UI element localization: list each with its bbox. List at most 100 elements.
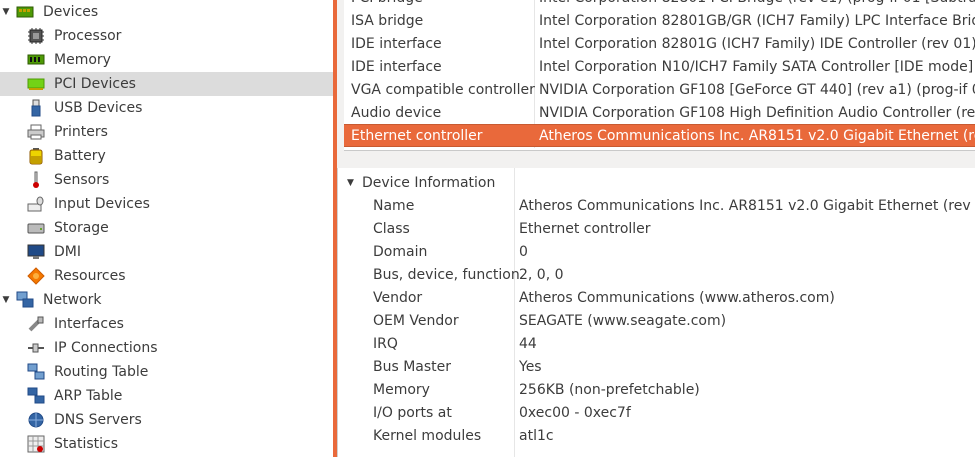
device-row[interactable]: IDE interface Intel Corporation N10/ICH7 … bbox=[344, 55, 975, 78]
info-row[interactable]: Kernel modules atl1c bbox=[338, 424, 975, 447]
info-row[interactable]: Bus, device, function 2, 0, 0 bbox=[338, 263, 975, 286]
devices-icon bbox=[15, 2, 35, 22]
sidebar-item-label: USB Devices bbox=[54, 100, 143, 116]
sidebar-item-label: Memory bbox=[54, 52, 111, 68]
sidebar-item-label: Resources bbox=[54, 268, 126, 284]
sidebar-item-resources[interactable]: Resources bbox=[0, 264, 333, 288]
device-row[interactable]: Audio device NVIDIA Corporation GF108 Hig… bbox=[344, 101, 975, 124]
sidebar-item-label: Sensors bbox=[54, 172, 110, 188]
info-row[interactable]: Name Atheros Communications Inc. AR8151 v… bbox=[338, 194, 975, 217]
sidebar-item-usb-devices[interactable]: USB Devices bbox=[0, 96, 333, 120]
device-name: Intel Corporation 82801G (ICH7 Family) I… bbox=[539, 35, 975, 52]
info-value: 2, 0, 0 bbox=[519, 266, 564, 283]
sidebar-item-label: Printers bbox=[54, 124, 108, 140]
processor-icon bbox=[26, 26, 46, 46]
info-key: Memory bbox=[373, 381, 430, 398]
info-row[interactable]: Class Ethernet controller bbox=[338, 217, 975, 240]
device-name: Atheros Communications Inc. AR8151 v2.0 … bbox=[539, 127, 975, 144]
info-row[interactable]: I/O ports at 0xec00 - 0xec7f bbox=[338, 401, 975, 424]
sidebar-item-sensors[interactable]: Sensors bbox=[0, 168, 333, 192]
info-key: Bus, device, function bbox=[373, 266, 520, 283]
network-icon bbox=[15, 290, 35, 310]
expand-arrow-icon[interactable]: ▼ bbox=[347, 178, 354, 188]
interfaces-icon bbox=[26, 314, 46, 334]
sidebar-item-statistics[interactable]: Statistics bbox=[0, 432, 333, 456]
monitor-icon bbox=[26, 242, 46, 262]
device-type: Audio device bbox=[351, 104, 442, 121]
sidebar-item-label: Input Devices bbox=[54, 196, 150, 212]
sidebar-item-label: Interfaces bbox=[54, 316, 124, 332]
sidebar-item-routing-table[interactable]: Routing Table bbox=[0, 360, 333, 384]
printer-icon bbox=[26, 122, 46, 142]
info-value: 0 bbox=[519, 243, 528, 260]
expander-arrow-icon[interactable]: ▼ bbox=[0, 295, 12, 305]
sidebar-item-label: DMI bbox=[54, 244, 81, 260]
device-row[interactable]: PCI bridge Intel Corporation 82801 PCI Br… bbox=[344, 0, 975, 9]
sidebar-item-label: Battery bbox=[54, 148, 106, 164]
ip-connections-icon bbox=[26, 338, 46, 358]
info-row[interactable]: Bus Master Yes bbox=[338, 355, 975, 378]
info-key: I/O ports at bbox=[373, 404, 452, 421]
sidebar-item-ip-connections[interactable]: IP Connections bbox=[0, 336, 333, 360]
info-value: 0xec00 - 0xec7f bbox=[519, 404, 631, 421]
sidebar-item-interfaces[interactable]: Interfaces bbox=[0, 312, 333, 336]
info-row[interactable]: Vendor Atheros Communications (www.athero… bbox=[338, 286, 975, 309]
arp-table-icon bbox=[26, 386, 46, 406]
info-value: 44 bbox=[519, 335, 537, 352]
resources-icon bbox=[26, 266, 46, 286]
section-header[interactable]: ▼ Device Information bbox=[338, 171, 975, 194]
sidebar-item-battery[interactable]: Battery bbox=[0, 144, 333, 168]
device-name: Intel Corporation N10/ICH7 Family SATA C… bbox=[539, 58, 975, 75]
sidebar-item-network[interactable]: ▼ Network bbox=[0, 288, 333, 312]
horizontal-pane-handle[interactable] bbox=[344, 150, 975, 169]
device-name: Intel Corporation 82801 PCI Bridge (rev … bbox=[539, 0, 975, 6]
sidebar-item-label: IP Connections bbox=[54, 340, 158, 356]
info-key: Kernel modules bbox=[373, 427, 482, 444]
info-key: IRQ bbox=[373, 335, 398, 352]
sidebar-item-input-devices[interactable]: Input Devices bbox=[0, 192, 333, 216]
routing-table-icon bbox=[26, 362, 46, 382]
device-type: VGA compatible controller bbox=[351, 81, 535, 98]
sidebar-item-arp-table[interactable]: ARP Table bbox=[0, 384, 333, 408]
sidebar-item-label: Routing Table bbox=[54, 364, 149, 380]
info-value: SEAGATE (www.seagate.com) bbox=[519, 312, 727, 329]
sidebar-item-devices[interactable]: ▼ Devices bbox=[0, 0, 333, 24]
info-value: atl1c bbox=[519, 427, 554, 444]
sidebar-item-pci-devices[interactable]: PCI Devices bbox=[0, 72, 333, 96]
sidebar-item-label: Statistics bbox=[54, 436, 118, 452]
sidebar-item-memory[interactable]: Memory bbox=[0, 48, 333, 72]
info-row[interactable]: OEM Vendor SEAGATE (www.seagate.com) bbox=[338, 309, 975, 332]
pci-icon bbox=[26, 74, 46, 94]
sidebar-tree: ▼ Devices Processor Memory PCI Devices USB De… bbox=[0, 0, 333, 457]
battery-icon bbox=[26, 146, 46, 166]
info-value: 256KB (non-prefetchable) bbox=[519, 381, 700, 398]
info-key: Name bbox=[373, 197, 415, 214]
sidebar-item-label: PCI Devices bbox=[54, 76, 136, 92]
sidebar-item-printers[interactable]: Printers bbox=[0, 120, 333, 144]
sidebar-item-storage[interactable]: Storage bbox=[0, 216, 333, 240]
device-list: PCI bridge Intel Corporation 82801 PCI Br… bbox=[344, 0, 975, 150]
sidebar-item-label: Processor bbox=[54, 28, 122, 44]
device-name: NVIDIA Corporation GF108 High Definition… bbox=[539, 104, 975, 121]
usb-icon bbox=[26, 98, 46, 118]
info-key: Domain bbox=[373, 243, 428, 260]
info-row[interactable]: Domain 0 bbox=[338, 240, 975, 263]
info-key: OEM Vendor bbox=[373, 312, 459, 329]
expander-arrow-icon[interactable]: ▼ bbox=[0, 7, 12, 17]
device-type: IDE interface bbox=[351, 58, 442, 75]
info-row[interactable]: Memory 256KB (non-prefetchable) bbox=[338, 378, 975, 401]
device-row[interactable]: ISA bridge Intel Corporation 82801GB/GR (… bbox=[344, 9, 975, 32]
info-value: Atheros Communications (www.atheros.com) bbox=[519, 289, 835, 306]
device-row[interactable]: VGA compatible controller NVIDIA Corporat… bbox=[344, 78, 975, 101]
sidebar-item-dns-servers[interactable]: DNS Servers bbox=[0, 408, 333, 432]
sidebar-item-processor[interactable]: Processor bbox=[0, 24, 333, 48]
info-value: Yes bbox=[519, 358, 542, 375]
info-row[interactable]: IRQ 44 bbox=[338, 332, 975, 355]
device-name: NVIDIA Corporation GF108 [GeForce GT 440… bbox=[539, 81, 975, 98]
sidebar-item-dmi[interactable]: DMI bbox=[0, 240, 333, 264]
sidebar-item-label: Devices bbox=[43, 4, 99, 20]
device-type: Ethernet controller bbox=[351, 127, 483, 144]
device-row[interactable]: Ethernet controller Atheros Communication… bbox=[344, 124, 975, 147]
sidebar-item-label: DNS Servers bbox=[54, 412, 142, 428]
device-row[interactable]: IDE interface Intel Corporation 82801G (I… bbox=[344, 32, 975, 55]
